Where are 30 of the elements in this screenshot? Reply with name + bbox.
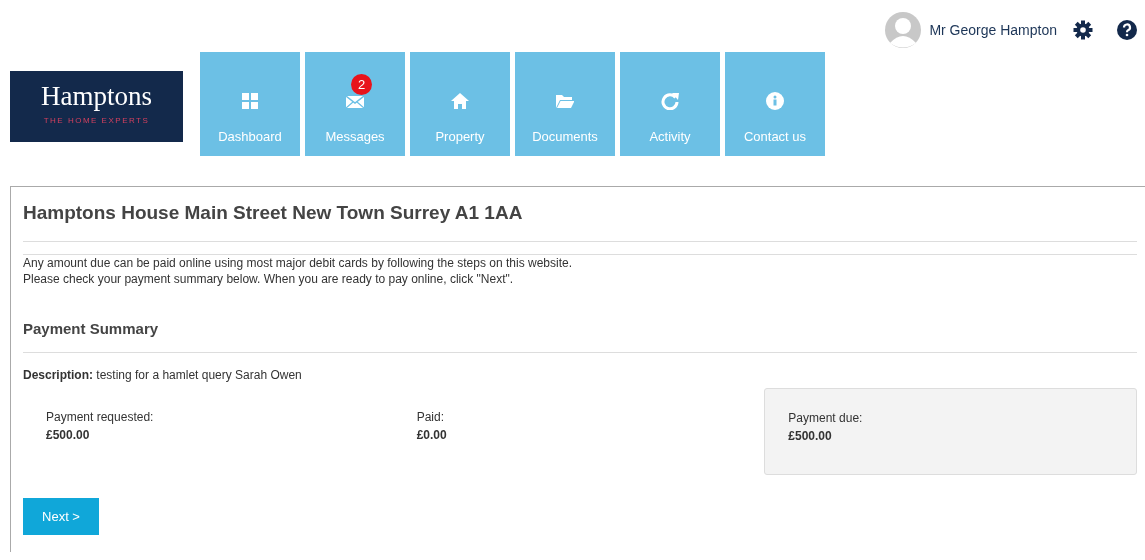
home-icon (451, 92, 469, 110)
nav-tile[interactable]: Documents (515, 52, 615, 156)
description-text: Description: testing for a hamlet query Sarah Owen (23, 367, 303, 385)
amount-value: £500.00 (788, 428, 833, 446)
amount-label: Paid: (416, 409, 446, 427)
user-name[interactable]: Mr George Hampton (929, 19, 1057, 41)
logo-tagline: THE HOME EXPERTS (42, 115, 151, 127)
logo[interactable]: Hamptons THE HOME EXPERTS (10, 71, 183, 142)
nav-tile[interactable]: Messages 2 (305, 52, 405, 156)
folder-icon (556, 92, 574, 110)
amount-label: Payment due: (788, 410, 864, 428)
nav-tile[interactable]: Contact us (725, 52, 825, 156)
settings-icon[interactable] (1073, 20, 1093, 40)
amount-label: Payment requested: (46, 409, 155, 427)
intro-text: Any amount due can be paid online using most major debit cards by following the steps on this website. (23, 254, 573, 271)
info-icon (766, 92, 784, 110)
nav-tile[interactable]: Dashboard (200, 52, 300, 156)
amount-value: £0.00 (416, 427, 448, 445)
unread-count-badge: 2 (351, 74, 372, 95)
amount-value: £500.00 (46, 427, 91, 445)
intro-text: Please check your payment summary below. When you are ready to pay online, click "Next". (23, 270, 515, 287)
section-heading: Payment Summary (23, 318, 160, 339)
grid-icon (241, 92, 259, 110)
nav-tile[interactable]: Property (410, 52, 510, 156)
next-button[interactable]: Next > (23, 498, 99, 536)
page-title: Hamptons House Main Street New Town Surrey A1 1AA (23, 202, 524, 225)
logo-wordmark: Hamptons (40, 83, 153, 110)
nav-tile[interactable]: Activity (620, 52, 720, 156)
help-icon[interactable] (1117, 20, 1137, 40)
refresh-icon (661, 92, 679, 110)
